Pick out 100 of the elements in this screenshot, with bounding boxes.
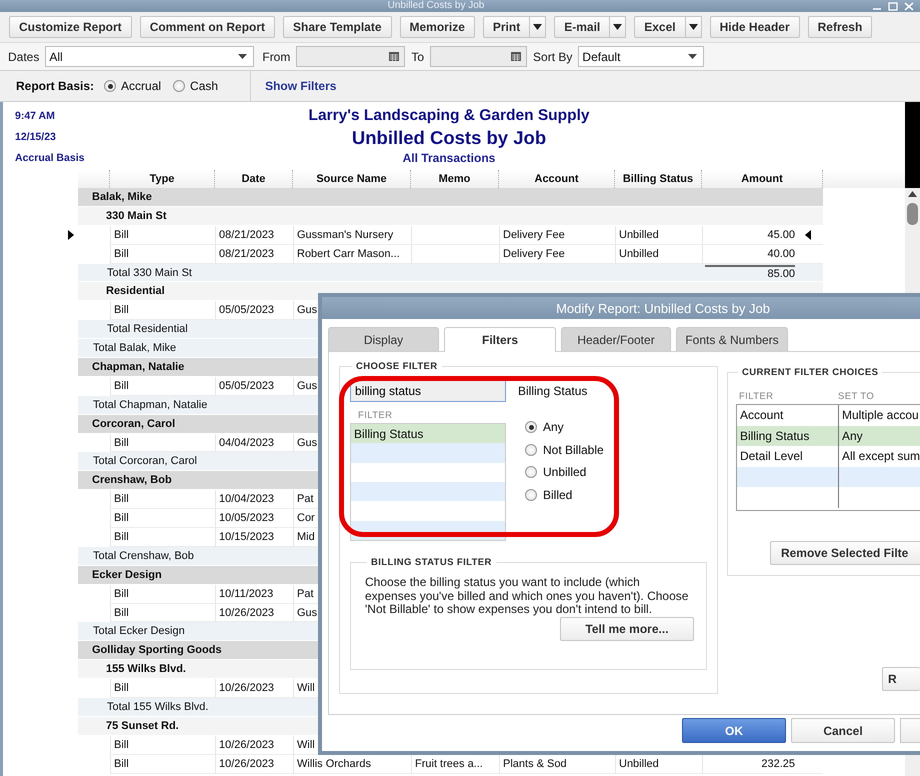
source-cell: Gussman's Nursery — [293, 226, 411, 245]
scroll-up-icon[interactable] — [908, 191, 917, 197]
status-cell: Unbilled — [615, 754, 702, 774]
toolbar-button[interactable]: Print — [482, 16, 530, 38]
group-title: BILLING STATUS FILTER — [370, 557, 493, 568]
date-cell: 10/26/2023 — [215, 604, 293, 622]
customer-name: Chapman, Natalie — [92, 360, 184, 373]
field-label: Sort By — [533, 50, 572, 64]
caret-icon — [533, 24, 542, 30]
type-cell: Bill — [110, 679, 215, 698]
radio-button[interactable] — [525, 444, 537, 456]
filter-search-field[interactable]: billing status — [350, 380, 506, 402]
dropdown-value: All — [49, 50, 63, 64]
scrollbar-thumb[interactable] — [907, 203, 918, 225]
toolbar-button[interactable]: Share Template — [283, 16, 392, 38]
dialog-button[interactable]: R — [882, 667, 920, 691]
bill-row[interactable]: Bill 08/21/2023 Robert Carr Mason... Delivery Fee Unbilled 40.00 — [78, 244, 823, 264]
total-label: Total Balak, Mike — [93, 342, 176, 354]
date-cell: 10/05/2023 — [215, 509, 293, 528]
type-cell: Bill — [110, 754, 215, 774]
dropdown-arrow-button[interactable] — [686, 16, 702, 38]
total-label: Total Ecker Design — [93, 625, 185, 638]
field-label: Dates — [8, 50, 40, 64]
tab[interactable]: Fonts & Numbers — [676, 327, 788, 351]
calendar-icon[interactable] — [389, 52, 400, 61]
type-cell: Bill — [110, 376, 215, 396]
customer-name: Corcoran, Carol — [92, 418, 176, 430]
bill-row[interactable]: Bill 10/26/2023 Willis Orchards Fruit trees a... Plants & Sod Unbilled 232.25 — [78, 754, 823, 774]
tell-me-more-button[interactable]: Tell me more... — [560, 616, 694, 640]
remove-filter-button[interactable]: Remove Selected Filte — [770, 541, 920, 565]
radio-label: Billed — [543, 488, 572, 502]
date-cell: 10/11/2023 — [215, 584, 293, 604]
customer-name: Golliday Sporting Goods — [92, 644, 222, 656]
report-date: 12/15/23 — [15, 131, 57, 143]
column-header: SET TO — [838, 390, 874, 402]
radio-label: Cash — [190, 79, 218, 93]
radio-button[interactable] — [104, 80, 116, 92]
filter-list-item[interactable]: Billing Status — [351, 424, 505, 444]
company-name: Larry's Landscaping & Garden Supply — [308, 107, 590, 125]
from-date-field[interactable] — [296, 46, 406, 67]
type-cell: Bill — [110, 244, 215, 264]
source-cell: Willis Orchards — [293, 754, 411, 774]
date-cell: 05/05/2023 — [215, 376, 293, 396]
radio-button[interactable] — [525, 421, 537, 434]
total-label: Total Residential — [107, 323, 188, 336]
memo-cell: Fruit trees a... — [411, 754, 499, 774]
total-label: Total Crenshaw, Bob — [93, 550, 194, 562]
close-icon[interactable] — [904, 2, 914, 10]
date-cell: 08/21/2023 — [215, 244, 293, 264]
bill-row[interactable]: Bill 08/21/2023 Gussman's Nursery Delivery Fee Unbilled 45.00 — [78, 226, 823, 245]
group-title: CURRENT FILTER CHOICES — [740, 367, 880, 378]
sort-dropdown[interactable]: Default — [578, 46, 704, 67]
radio-label: Unbilled — [543, 465, 586, 480]
type-cell: Bill — [110, 736, 215, 755]
dates-dropdown[interactable]: All — [45, 46, 254, 67]
toolbar-button[interactable]: Excel — [634, 16, 686, 38]
report-subtitle: All Transactions — [402, 151, 496, 165]
type-cell: Bill — [110, 509, 215, 528]
tab[interactable]: Header/Footer — [561, 327, 671, 351]
customer-name: Balak, Mike — [92, 190, 152, 203]
radio-label: Any — [543, 420, 564, 434]
field-label: From — [262, 50, 290, 64]
dialog-button[interactable]: Cancel — [791, 718, 895, 743]
toolbar-button[interactable]: Customize Report — [9, 16, 132, 38]
job-name: 75 Sunset Rd. — [106, 720, 179, 732]
window-title: Unbilled Costs by Job — [386, 0, 486, 12]
calendar-icon[interactable] — [511, 52, 522, 61]
toolbar-button[interactable]: E-mail — [554, 16, 610, 38]
customer-name: Ecker Design — [92, 568, 162, 581]
maximize-icon[interactable] — [888, 2, 898, 10]
source-cell: Robert Carr Mason... — [293, 244, 411, 264]
dropdown-arrow-button[interactable] — [610, 16, 626, 38]
radio-label: Accrual — [121, 79, 162, 93]
dialog-title: Modify Report: Unbilled Costs by Job — [556, 300, 770, 316]
amount-text: 40.00 — [767, 248, 795, 260]
radio-button[interactable] — [525, 466, 537, 478]
toolbar-button[interactable]: Comment on Report — [140, 16, 276, 38]
date-cell: 10/26/2023 — [215, 754, 293, 774]
show-filters-link[interactable]: Show Filters — [265, 79, 336, 93]
total-label: Total Corcoran, Carol — [93, 455, 197, 468]
radio-button[interactable] — [525, 489, 537, 502]
type-cell: Bill — [110, 604, 215, 622]
toolbar-button[interactable]: Hide Header — [710, 16, 800, 38]
table-cell-text: All except sum — [840, 448, 920, 466]
dialog-button[interactable]: OK — [682, 718, 786, 743]
date-cell: 10/26/2023 — [215, 679, 293, 698]
toolbar-button[interactable]: Memorize — [400, 16, 475, 38]
tab[interactable]: Filters — [444, 327, 556, 352]
to-date-field[interactable] — [430, 46, 528, 67]
dropdown-arrow-button[interactable] — [530, 16, 546, 38]
type-cell: Bill — [110, 490, 215, 510]
radio-button[interactable] — [173, 80, 186, 92]
date-cell: 10/15/2023 — [215, 528, 293, 547]
filter-name: Billing Status — [518, 384, 588, 398]
filter-choice-row[interactable]: Billing Status Any — [736, 426, 920, 446]
table-cell: Billing Status — [736, 426, 839, 446]
tab[interactable]: Display — [328, 327, 439, 351]
toolbar-button[interactable]: Refresh — [808, 16, 872, 38]
total-label: Total 330 Main St — [107, 266, 192, 278]
report-time: 9:47 AM — [15, 110, 56, 122]
